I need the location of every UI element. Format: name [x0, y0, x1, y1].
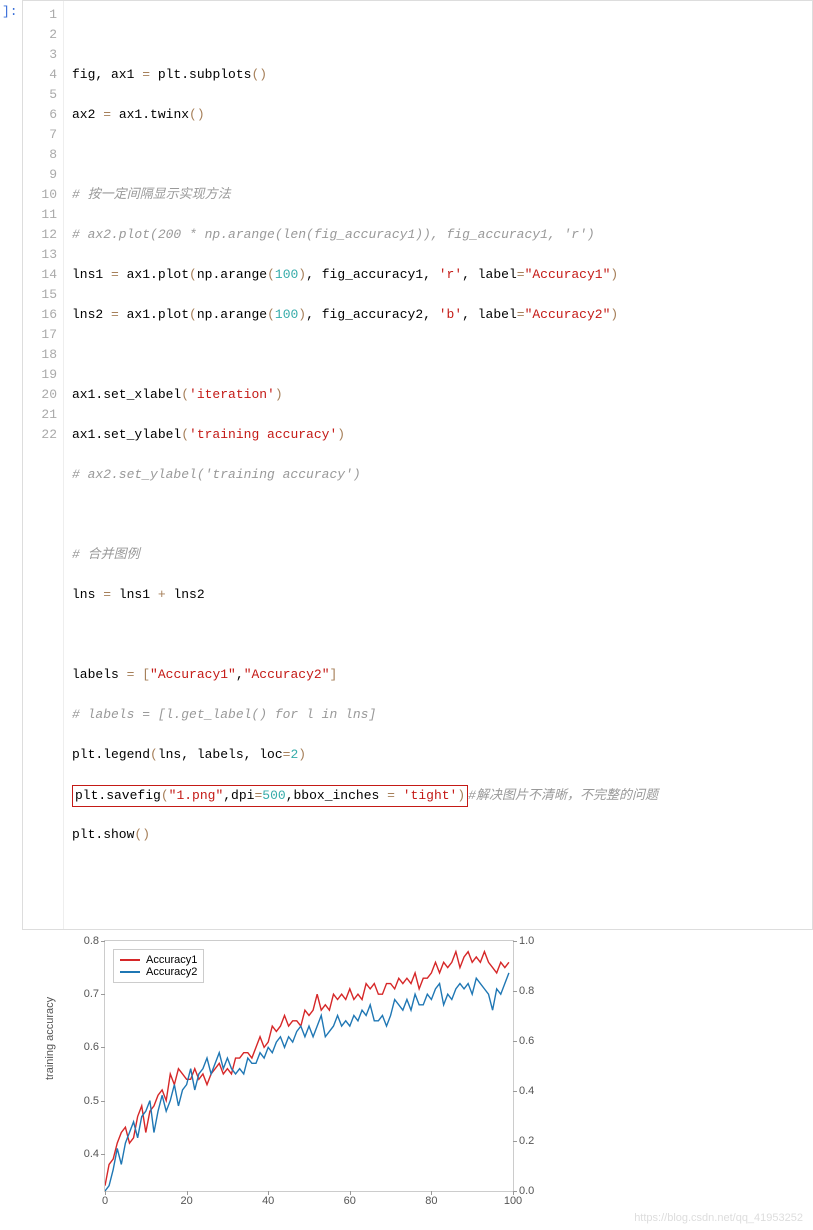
code-line[interactable] — [72, 865, 804, 885]
code-line[interactable]: lns = lns1 + lns2 — [72, 585, 804, 605]
output-figure: training accuracy Accuracy1 Accuracy2 0.… — [22, 940, 813, 1230]
legend-box: Accuracy1 Accuracy2 — [113, 949, 204, 983]
code-line[interactable] — [72, 625, 804, 645]
legend-swatch-red — [120, 959, 140, 961]
code-line[interactable] — [72, 145, 804, 165]
code-line[interactable] — [72, 345, 804, 365]
legend-item: Accuracy1 — [120, 954, 197, 966]
watermark-text: https://blog.csdn.net/qq_41953252 — [634, 1212, 803, 1224]
code-line[interactable]: ax1.set_xlabel('iteration') — [72, 385, 804, 405]
code-line[interactable]: # ax2.set_ylabel('training accuracy') — [72, 465, 804, 485]
code-line[interactable]: ax2 = ax1.twinx() — [72, 105, 804, 125]
code-line[interactable]: # labels = [l.get_label() for l in lns] — [72, 705, 804, 725]
plot-area: Accuracy1 Accuracy2 0.40.50.60.70.80.00.… — [104, 940, 514, 1192]
code-line[interactable]: plt.show() — [72, 825, 804, 845]
code-line[interactable]: fig, ax1 = plt.subplots() — [72, 65, 804, 85]
code-line[interactable]: ax1.set_ylabel('training accuracy') — [72, 425, 804, 445]
legend-label: Accuracy2 — [146, 966, 197, 978]
highlighted-code: plt.savefig("1.png",dpi=500,bbox_inches … — [72, 785, 468, 807]
code-line[interactable]: labels = ["Accuracy1","Accuracy2"] — [72, 665, 804, 685]
code-line[interactable]: # 按一定间隔显示实现方法 — [72, 185, 804, 205]
code-line[interactable]: # 合并图例 — [72, 545, 804, 565]
legend-swatch-blue — [120, 971, 140, 973]
code-line[interactable]: lns1 = ax1.plot(np.arange(100), fig_accu… — [72, 265, 804, 285]
legend-label: Accuracy1 — [146, 954, 197, 966]
code-line[interactable] — [72, 25, 804, 45]
line-gutter: 12345678910111213141516171819202122 — [23, 1, 64, 929]
y-axis-label: training accuracy — [44, 997, 56, 1080]
cell-prompt: ]: — [2, 4, 18, 19]
code-line[interactable]: # ax2.plot(200 * np.arange(len(fig_accur… — [72, 225, 804, 245]
legend-item: Accuracy2 — [120, 966, 197, 978]
code-line[interactable]: lns2 = ax1.plot(np.arange(100), fig_accu… — [72, 305, 804, 325]
code-line[interactable]: plt.legend(lns, labels, loc=2) — [72, 745, 804, 765]
code-body[interactable]: fig, ax1 = plt.subplots() ax2 = ax1.twin… — [64, 1, 812, 929]
code-line[interactable]: plt.savefig("1.png",dpi=500,bbox_inches … — [72, 785, 804, 805]
code-line[interactable] — [72, 505, 804, 525]
